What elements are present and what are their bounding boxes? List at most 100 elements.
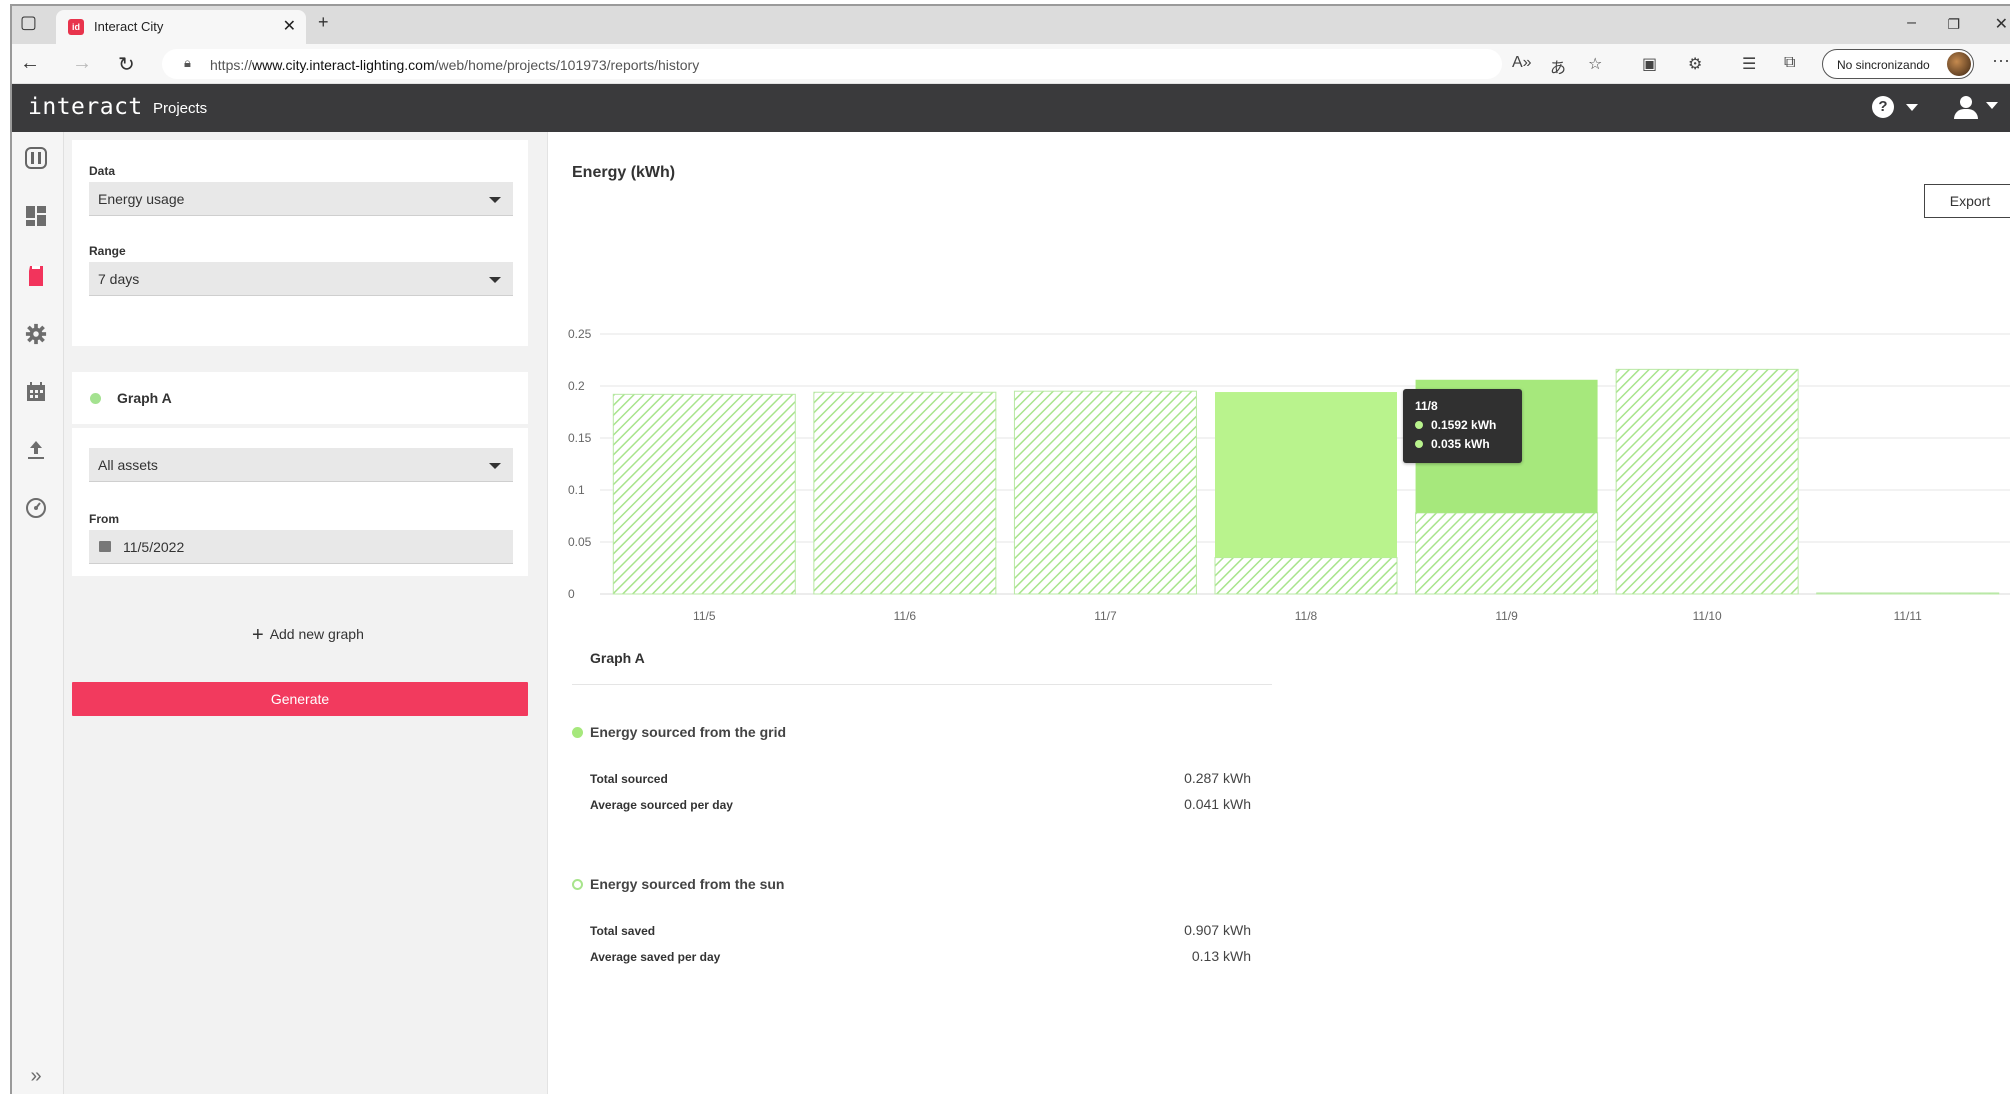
avg-sourced-label: Average sourced per day — [590, 798, 733, 812]
total-saved-value: 0.907 kWh — [1184, 922, 1251, 938]
total-sourced-value: 0.287 kWh — [1184, 770, 1251, 786]
y-tick-label: 0.05 — [568, 535, 592, 549]
translate-icon[interactable]: あ — [1550, 54, 1566, 78]
generate-button[interactable]: Generate — [72, 682, 528, 716]
bar-sun — [813, 391, 997, 595]
back-icon[interactable]: ← — [20, 52, 40, 75]
x-axis-ticks: 11/5 11/6 11/7 11/8 11/9 11/10 11/11 — [693, 609, 1922, 623]
from-label: From — [89, 512, 119, 526]
from-date-value: 11/5/2022 — [123, 539, 185, 555]
restore-icon[interactable]: ❐ — [1947, 16, 1960, 33]
tab-title: Interact City — [94, 19, 164, 34]
upload-icon[interactable] — [22, 436, 50, 464]
bar-sun — [1214, 557, 1398, 595]
profile-avatar — [1947, 52, 1971, 76]
range-label: Range — [89, 244, 126, 258]
help-menu[interactable]: ? — [1872, 96, 1926, 122]
more-options-icon[interactable]: ··· — [1992, 50, 2010, 71]
x-tick-label: 11/11 — [1894, 609, 1923, 623]
interact-favicon-icon: id — [68, 19, 84, 35]
sun-swatch-icon — [572, 879, 583, 890]
collections-icon[interactable]: ⧉ — [1784, 54, 1795, 72]
x-tick-label: 11/6 — [894, 609, 917, 623]
avg-saved-label: Average saved per day — [590, 950, 721, 964]
data-label: Data — [89, 164, 116, 178]
expand-sidebar-icon[interactable]: » — [22, 1062, 50, 1090]
assets-select-value: All assets — [98, 457, 158, 473]
profile-sync-button[interactable]: No sincronizando — [1822, 49, 1974, 79]
close-window-icon[interactable]: ✕ — [1995, 14, 2008, 34]
sun-section-label: Energy sourced from the sun — [590, 876, 785, 892]
graph-settings-card: All assets From 11/5/2022 — [72, 428, 528, 576]
export-button[interactable]: Export — [1924, 184, 2010, 218]
app-header: interact Projects ? — [12, 84, 2010, 132]
from-date-input[interactable]: 11/5/2022 — [89, 530, 513, 564]
tooltip-row: 0.1592 kWh — [1415, 416, 1510, 435]
nav-projects-link[interactable]: Projects — [153, 100, 207, 117]
tooltip-row: 0.035 kWh — [1415, 435, 1510, 454]
read-aloud-icon[interactable]: A» — [1512, 54, 1532, 72]
user-menu[interactable] — [1952, 94, 2010, 122]
calendar-icon — [99, 541, 111, 552]
user-icon — [1960, 96, 1972, 108]
range-select[interactable]: 7 days — [89, 262, 513, 296]
y-tick-label: 0.2 — [568, 379, 585, 393]
bar-sun — [1816, 592, 2000, 595]
interact-logo[interactable]: interact — [28, 94, 143, 120]
avg-saved-value: 0.13 kWh — [1191, 948, 1251, 964]
favorite-icon[interactable]: ☆ — [1588, 54, 1602, 74]
dashboard-icon[interactable] — [22, 202, 50, 230]
y-tick-label: 0.15 — [568, 431, 592, 445]
new-tab-icon[interactable]: + — [318, 12, 329, 33]
tab-actions-icon[interactable]: ▢ — [20, 12, 37, 33]
data-settings-card: Data Energy usage Range 7 days — [72, 140, 528, 346]
browser-window: ▢ id Interact City ✕ + – ❐ ✕ ← → ↻ 🔒︎ ht… — [10, 4, 2010, 1094]
sun-section-title: Energy sourced from the sun — [572, 876, 784, 892]
add-new-graph-button[interactable]: + Add new graph — [252, 624, 364, 647]
bar-grid — [1215, 392, 1397, 558]
reports-icon[interactable] — [22, 262, 50, 290]
settings-gear-icon[interactable] — [22, 320, 50, 348]
x-tick-label: 11/7 — [1094, 609, 1117, 623]
tooltip-date: 11/8 — [1415, 399, 1438, 413]
graph-name: Graph A — [117, 390, 172, 406]
energy-bar-chart: 0 0.05 0.1 0.15 0.2 0.25 11/5 11/6 11/7 11/8 11/9… — [568, 327, 2010, 623]
calendar-icon[interactable] — [22, 378, 50, 406]
chevron-down-icon — [489, 197, 501, 203]
gauge-icon[interactable] — [22, 494, 50, 522]
browser-toolbar: ← → ↻ 🔒︎ https://www.city.interact-light… — [12, 44, 2010, 84]
data-select[interactable]: Energy usage — [89, 182, 513, 216]
close-tab-icon[interactable]: ✕ — [283, 16, 296, 36]
extensions-puzzle-icon[interactable]: ⚙ — [1688, 54, 1702, 74]
grid-dot-icon — [1415, 421, 1423, 429]
total-sourced-label: Total sourced — [590, 772, 668, 786]
plus-icon: + — [252, 624, 264, 646]
assets-select[interactable]: All assets — [89, 448, 513, 482]
grid-section-title: Energy sourced from the grid — [572, 724, 786, 740]
avg-sourced-value: 0.041 kWh — [1184, 796, 1251, 812]
graph-header-card[interactable]: Graph A — [72, 372, 528, 424]
grid-swatch-icon — [572, 727, 583, 738]
lock-icon[interactable]: 🔒︎ — [184, 55, 191, 71]
x-tick-label: 11/8 — [1295, 609, 1318, 623]
projects-icon[interactable] — [22, 144, 50, 172]
report-settings-panel: Data Energy usage Range 7 days Graph A A… — [64, 132, 548, 1094]
summary-divider — [572, 684, 1272, 685]
minimize-icon[interactable]: – — [1907, 14, 1916, 32]
user-icon-body — [1954, 109, 1978, 119]
forward-icon[interactable]: → — [72, 52, 92, 75]
data-select-value: Energy usage — [98, 191, 185, 207]
graph-color-dot — [90, 393, 101, 404]
extension-icon[interactable]: ▣ — [1642, 54, 1657, 74]
bar-sun — [612, 393, 796, 595]
chart-tooltip: 11/8 0.1592 kWh 0.035 kWh — [1403, 389, 1522, 463]
bars — [612, 368, 2000, 595]
bar-sun — [1415, 512, 1599, 595]
x-tick-label: 11/9 — [1495, 609, 1518, 623]
range-select-value: 7 days — [98, 271, 140, 287]
favorites-list-icon[interactable]: ☰ — [1742, 54, 1756, 74]
address-bar[interactable]: 🔒︎ https://www.city.interact-lighting.co… — [162, 49, 1502, 79]
reload-icon[interactable]: ↻ — [118, 52, 135, 77]
sun-dot-icon — [1415, 440, 1423, 448]
browser-tab[interactable]: id Interact City ✕ — [56, 10, 306, 44]
